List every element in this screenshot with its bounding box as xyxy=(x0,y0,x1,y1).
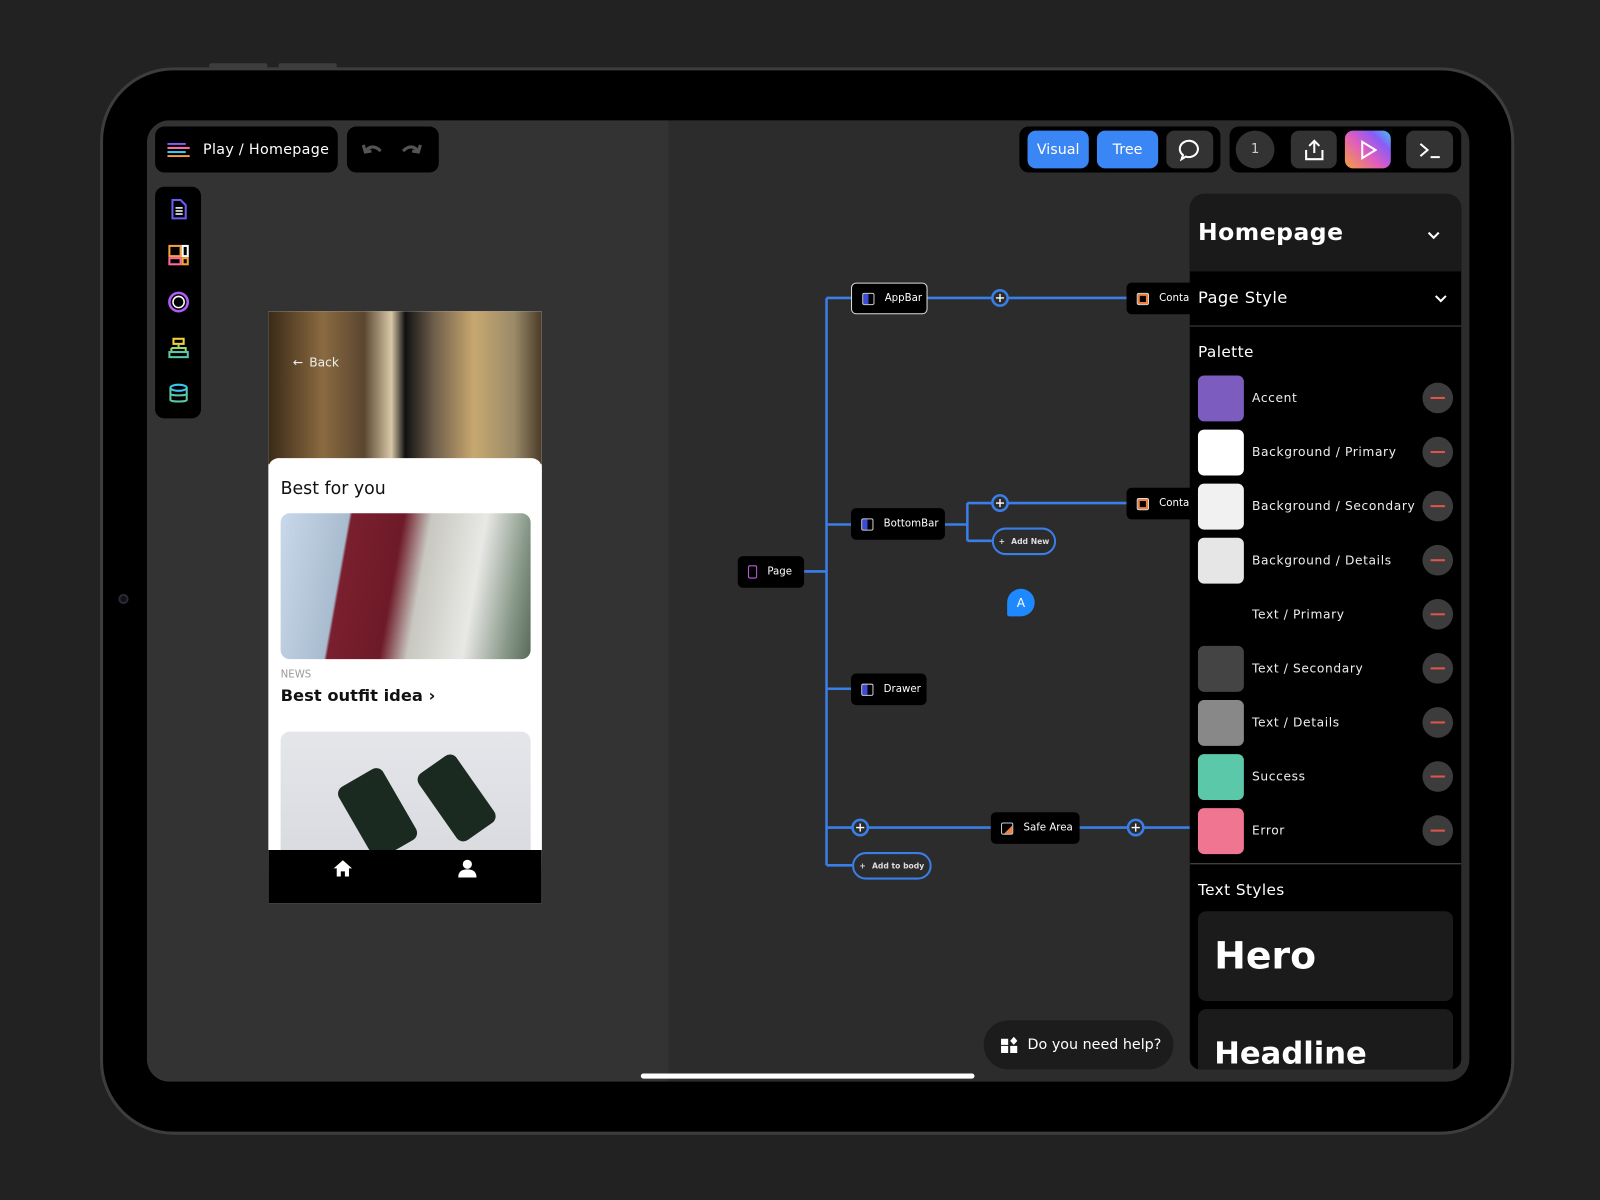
tree-node-appbar[interactable]: AppBar xyxy=(851,282,928,315)
color-swatch[interactable] xyxy=(1197,699,1244,746)
palette-item-label: Success xyxy=(1252,769,1306,784)
remove-color-button[interactable] xyxy=(1422,490,1454,522)
add-child-button[interactable] xyxy=(991,494,1009,512)
text-style-headline[interactable]: Headline xyxy=(1197,1009,1454,1070)
collaborator-avatar: A xyxy=(1007,588,1035,617)
palette-item-label: Background / Secondary xyxy=(1252,498,1416,514)
chevron-down-icon xyxy=(1427,231,1440,240)
palette-item-label: Text / Details xyxy=(1252,715,1340,730)
home-indicator xyxy=(640,1073,975,1079)
widgets-help-icon xyxy=(1001,1036,1018,1054)
remove-color-button[interactable] xyxy=(1422,436,1454,468)
remove-color-button[interactable] xyxy=(1422,815,1454,846)
screen: Play / Homepage ← Back Best for you NEWS … xyxy=(146,120,1470,1082)
add-new-button[interactable]: + Add New xyxy=(991,527,1057,556)
color-swatch[interactable] xyxy=(1197,754,1244,800)
palette-item[interactable]: Background / Details xyxy=(1190,537,1461,584)
camera xyxy=(118,593,129,605)
tree-node-bottombar[interactable]: BottomBar xyxy=(851,508,945,540)
view-switcher: Visual Tree xyxy=(1019,126,1221,173)
help-button[interactable]: Do you need help? xyxy=(983,1020,1174,1070)
tree-tab[interactable]: Tree xyxy=(1096,130,1159,169)
color-swatch[interactable] xyxy=(1197,645,1244,692)
appbar-icon xyxy=(862,292,875,305)
color-swatch[interactable] xyxy=(1197,808,1244,855)
actions-toolbar: 1 xyxy=(1229,126,1462,173)
remove-color-button[interactable] xyxy=(1422,761,1454,792)
tree-node-page[interactable]: Page xyxy=(737,556,805,588)
palette-item[interactable]: Text / Details xyxy=(1190,699,1461,746)
page-selector[interactable]: Homepage xyxy=(1189,193,1462,272)
add-child-button[interactable] xyxy=(991,289,1009,307)
palette-item[interactable]: Text / Primary xyxy=(1190,591,1461,638)
palette-item-label: Text / Primary xyxy=(1252,607,1345,622)
palette-item[interactable]: Accent xyxy=(1190,375,1461,422)
page-style-section[interactable]: Page Style xyxy=(1189,271,1462,327)
share-icon xyxy=(1304,138,1323,160)
plus-icon: + xyxy=(859,861,866,871)
palette-item-label: Background / Primary xyxy=(1252,444,1397,460)
remove-color-button[interactable] xyxy=(1422,598,1454,630)
container-icon xyxy=(1136,292,1149,305)
plus-icon: + xyxy=(998,536,1006,546)
safe-area-icon xyxy=(1001,821,1014,835)
bottombar-icon xyxy=(861,517,874,531)
palette-item-label: Error xyxy=(1252,823,1285,838)
page-title: Homepage xyxy=(1197,219,1344,246)
palette-item-label: Text / Secondary xyxy=(1252,661,1364,676)
remove-color-button[interactable] xyxy=(1422,653,1454,684)
terminal-icon xyxy=(1419,142,1440,158)
play-icon xyxy=(1360,139,1377,160)
share-button[interactable] xyxy=(1290,130,1337,169)
text-style-hero[interactable]: Hero xyxy=(1197,911,1454,1002)
palette-item[interactable]: Text / Secondary xyxy=(1190,645,1461,692)
properties-panel: Homepage Page Style Palette Accent Backg… xyxy=(1189,193,1462,1070)
console-button[interactable] xyxy=(1406,130,1454,169)
color-swatch[interactable] xyxy=(1197,375,1244,422)
palette-item[interactable]: Background / Secondary xyxy=(1190,483,1461,530)
palette-item[interactable]: Success xyxy=(1190,754,1461,800)
online-users-count[interactable]: 1 xyxy=(1235,130,1275,169)
palette-item[interactable]: Error xyxy=(1190,808,1461,855)
chevron-down-icon xyxy=(1434,295,1447,303)
palette-item-label: Accent xyxy=(1252,390,1298,406)
color-swatch[interactable] xyxy=(1197,483,1244,530)
color-swatch[interactable] xyxy=(1197,537,1244,584)
remove-color-button[interactable] xyxy=(1422,707,1454,738)
chat-icon xyxy=(1178,139,1199,161)
palette-item[interactable]: Background / Primary xyxy=(1190,429,1461,476)
color-swatch[interactable] xyxy=(1197,591,1244,638)
palette-item-label: Background / Details xyxy=(1252,553,1392,568)
comments-button[interactable] xyxy=(1166,130,1214,169)
add-to-body-button[interactable]: + Add to body xyxy=(852,852,932,880)
container-icon xyxy=(1136,497,1149,510)
palette-title: Palette xyxy=(1197,342,1254,362)
add-child-button[interactable] xyxy=(1126,818,1145,837)
color-swatch[interactable] xyxy=(1197,429,1244,476)
tree-node-drawer[interactable]: Drawer xyxy=(851,673,927,706)
phone-icon xyxy=(747,565,758,579)
add-child-button[interactable] xyxy=(851,818,870,837)
text-styles-title: Text Styles xyxy=(1197,880,1285,899)
run-button[interactable] xyxy=(1344,130,1391,169)
drawer-icon xyxy=(861,683,874,696)
divider xyxy=(1189,863,1462,865)
remove-color-button[interactable] xyxy=(1422,544,1454,576)
remove-color-button[interactable] xyxy=(1422,382,1454,414)
tree-node-safe-area[interactable]: Safe Area xyxy=(990,812,1080,844)
visual-tab[interactable]: Visual xyxy=(1027,130,1089,169)
